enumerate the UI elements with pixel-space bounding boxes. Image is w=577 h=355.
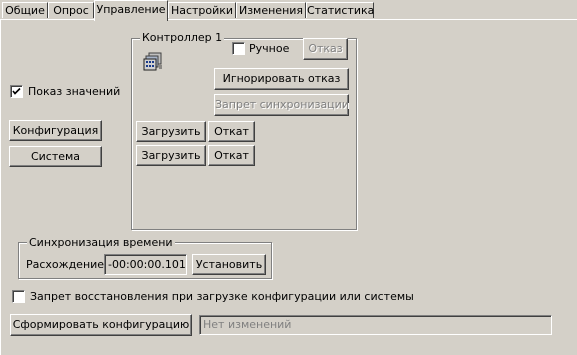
rollback-button-2[interactable]: Откат bbox=[208, 145, 255, 166]
load-button-1[interactable]: Загрузить bbox=[136, 121, 206, 142]
time-sync-title: Синхронизация времени bbox=[27, 236, 175, 249]
controller-group-title: Контроллер 1 bbox=[140, 31, 225, 44]
rollback-button-1[interactable]: Откат bbox=[208, 121, 255, 142]
diff-label: Расхождение : bbox=[26, 258, 112, 271]
tab-bar: Общие Опрос Управление Настройки Изменен… bbox=[0, 0, 577, 21]
configuration-button[interactable]: Конфигурация bbox=[9, 120, 102, 141]
load-button-2[interactable]: Загрузить bbox=[136, 145, 206, 166]
fail-button[interactable]: Отказ bbox=[303, 38, 348, 60]
manual-label: Ручное bbox=[249, 42, 290, 55]
tab-settings[interactable]: Настройки bbox=[168, 2, 236, 18]
tab-statistics[interactable]: Статистика bbox=[306, 2, 374, 18]
show-values-checkbox[interactable] bbox=[10, 85, 23, 98]
manual-checkbox[interactable] bbox=[232, 42, 245, 55]
controller-device-icon bbox=[143, 52, 165, 72]
changes-status-field: Нет изменений bbox=[199, 315, 552, 335]
set-time-button[interactable]: Установить bbox=[192, 254, 266, 275]
checkmark-icon bbox=[12, 87, 21, 95]
tab-changes[interactable]: Изменения bbox=[236, 2, 306, 18]
tab-control[interactable]: Управление bbox=[94, 0, 168, 21]
show-values-label: Показ значений bbox=[28, 85, 121, 98]
sync-block-button[interactable]: Запрет синхронизации bbox=[214, 94, 349, 116]
block-restore-checkbox[interactable] bbox=[12, 290, 25, 303]
tab-polling[interactable]: Опрос bbox=[48, 2, 94, 18]
form-config-button[interactable]: Сформировать конфигурацию bbox=[10, 314, 192, 336]
system-button[interactable]: Система bbox=[9, 146, 102, 167]
ignore-fail-button[interactable]: Игнорировать отказ bbox=[214, 68, 349, 90]
tab-general[interactable]: Общие bbox=[2, 2, 48, 18]
block-restore-label: Запрет восстановления при загрузке конфи… bbox=[30, 290, 414, 303]
diff-value: -00:00:00.1010 bbox=[104, 254, 187, 275]
